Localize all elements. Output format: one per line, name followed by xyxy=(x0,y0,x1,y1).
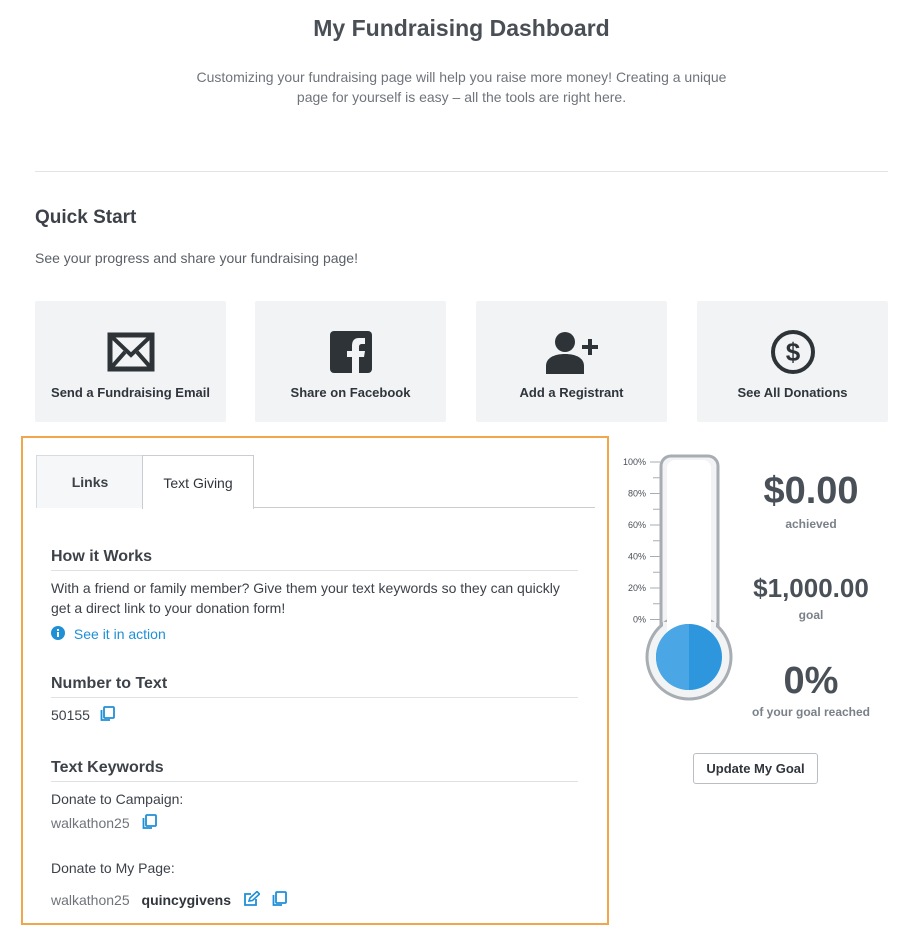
see-all-donations-button[interactable]: $ See All Donations xyxy=(697,301,888,422)
goal-label: goal xyxy=(798,608,824,622)
text-number: 50155 xyxy=(51,707,90,723)
page-keyword: walkathon25 xyxy=(51,892,130,908)
number-row: 50155 xyxy=(51,705,578,726)
info-icon xyxy=(51,625,65,645)
add-registrant-button[interactable]: Add a Registrant xyxy=(476,301,667,422)
scale-label: 0% xyxy=(633,615,646,625)
achieved-value: $0.00 xyxy=(763,470,859,512)
achieved-label: achieved xyxy=(785,517,837,531)
percent-stat: 0% of your goal reached xyxy=(745,660,877,719)
donate-campaign-label: Donate to Campaign: xyxy=(51,791,184,807)
campaign-keyword-row: walkathon25 xyxy=(51,813,578,834)
divider xyxy=(35,171,888,172)
page-keyword-row: walkathon25 quincygivens xyxy=(51,890,578,912)
card-label: Send a Fundraising Email xyxy=(51,385,210,400)
page-intro: Customizing your fundraising page will h… xyxy=(196,69,727,105)
see-it-in-action-link[interactable]: See it in action xyxy=(74,626,166,642)
scale-label: 60% xyxy=(628,520,646,530)
tab-text-giving[interactable]: Text Giving xyxy=(142,455,254,509)
quick-start-subtitle: See your progress and share your fundrai… xyxy=(35,250,358,266)
edit-icon[interactable] xyxy=(243,890,261,912)
update-goal-button[interactable]: Update My Goal xyxy=(693,753,818,784)
share-on-facebook-button[interactable]: Share on Facebook xyxy=(255,301,446,422)
campaign-keyword: walkathon25 xyxy=(51,815,130,831)
goal-thermometer: 100% 80% 60% 40% 20% 0% xyxy=(620,452,740,712)
scale-label: 80% xyxy=(628,489,646,499)
see-it-in-action-row: See it in action xyxy=(51,624,578,645)
facebook-icon xyxy=(255,329,446,375)
percent-label: of your goal reached xyxy=(751,705,871,719)
send-fundraising-email-button[interactable]: Send a Fundraising Email xyxy=(35,301,226,422)
achieved-stat: $0.00 achieved xyxy=(745,470,877,531)
percent-value: 0% xyxy=(783,660,839,702)
page-handle: quincygivens xyxy=(141,892,231,908)
page-title: My Fundraising Dashboard xyxy=(313,15,610,41)
tab-links[interactable]: Links xyxy=(36,455,143,508)
how-it-works-text: With a friend or family member? Give the… xyxy=(51,580,560,616)
card-label: Share on Facebook xyxy=(290,385,411,400)
how-it-works-heading: How it Works xyxy=(51,548,578,571)
scale-label: 20% xyxy=(628,583,646,593)
donate-page-label: Donate to My Page: xyxy=(51,860,175,876)
add-user-icon xyxy=(476,329,667,375)
goal-stat: $1,000.00 goal xyxy=(745,573,877,622)
envelope-icon xyxy=(35,329,226,375)
copy-icon[interactable] xyxy=(100,706,115,726)
text-giving-panel: Links Text Giving How it Works With a fr… xyxy=(21,436,609,925)
number-to-text-heading: Number to Text xyxy=(51,675,578,698)
card-label: See All Donations xyxy=(737,385,848,400)
tab-bar: Links Text Giving xyxy=(36,455,595,509)
scale-label: 40% xyxy=(628,552,646,562)
scale-label: 100% xyxy=(623,457,646,467)
goal-value: $1,000.00 xyxy=(753,573,869,603)
dollar-circle-icon: $ xyxy=(697,329,888,375)
text-keywords-heading: Text Keywords xyxy=(51,759,578,782)
svg-text:$: $ xyxy=(785,337,800,367)
copy-icon[interactable] xyxy=(272,891,287,911)
copy-icon[interactable] xyxy=(142,814,157,834)
card-label: Add a Registrant xyxy=(519,385,624,400)
quick-start-title: Quick Start xyxy=(35,207,137,228)
